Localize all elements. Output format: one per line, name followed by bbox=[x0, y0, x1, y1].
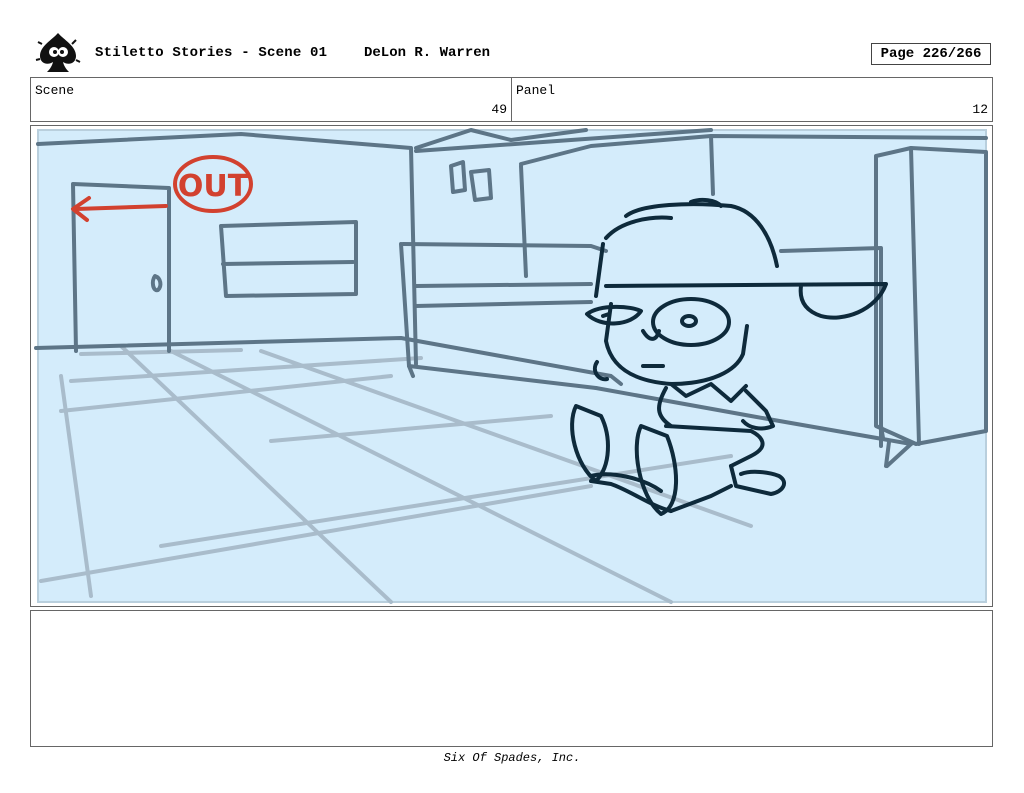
footer-company: Six Of Spades, Inc. bbox=[443, 751, 581, 765]
scene-panel-info: Scene 49 Panel 12 bbox=[30, 77, 993, 122]
scene-number: 49 bbox=[491, 102, 507, 117]
panel-cell: Panel 12 bbox=[512, 78, 992, 121]
notes-box bbox=[30, 610, 993, 747]
storyboard-title: Stiletto Stories - Scene 01 bbox=[95, 45, 328, 61]
logo-spade-icon bbox=[34, 30, 82, 76]
author-name: DeLon R. Warren bbox=[364, 45, 491, 61]
storyboard-sketch: OUT bbox=[34, 128, 988, 604]
out-sign-text: OUT bbox=[178, 169, 249, 204]
panel-number: 12 bbox=[972, 102, 988, 117]
scene-label: Scene bbox=[35, 83, 75, 98]
storyboard-frame: OUT bbox=[30, 125, 993, 607]
page-number: Page 226/266 bbox=[871, 43, 991, 65]
panel-label: Panel bbox=[516, 83, 556, 98]
scene-cell: Scene 49 bbox=[31, 78, 512, 121]
